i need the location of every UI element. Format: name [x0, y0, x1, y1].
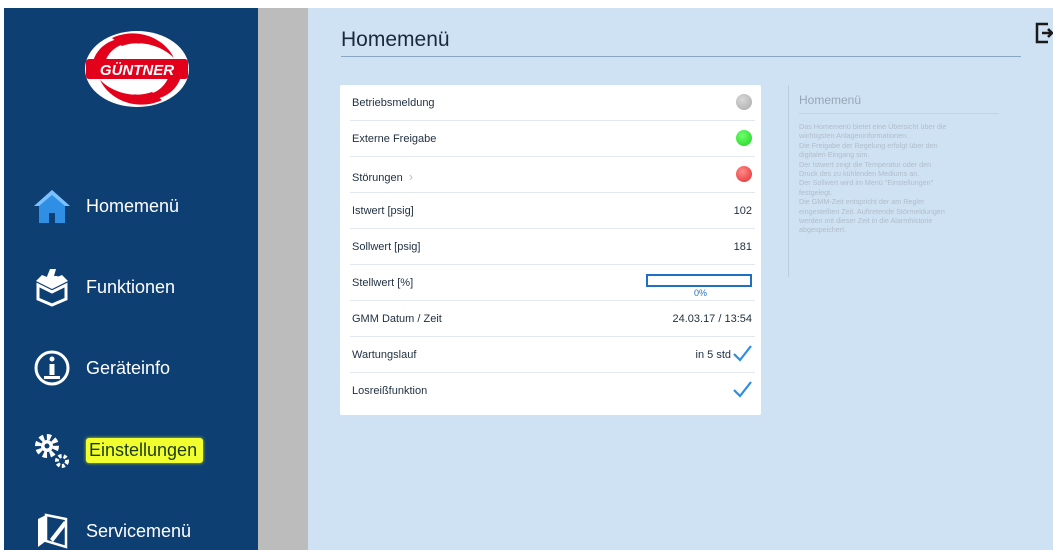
row-value: in 5 std	[695, 349, 731, 361]
info-icon	[31, 347, 73, 389]
page-title: Homemenü	[341, 28, 450, 51]
row-externe-freigabe: Externe Freigabe	[350, 121, 755, 157]
row-stellwert: Stellwert [%] 0%	[350, 265, 755, 301]
row-label: Istwert [psig]	[352, 205, 414, 217]
gears-icon	[31, 429, 73, 471]
row-betriebsmeldung: Betriebsmeldung	[350, 85, 755, 121]
checkmark-icon	[732, 343, 752, 363]
sidebar-item-funktionen[interactable]: Funktionen	[4, 257, 258, 317]
row-value: 102	[733, 205, 752, 217]
sidebar-item-label: Geräteinfo	[86, 357, 171, 378]
sidebar: GÜNTNER Homemenü Funktionen Geräteinfo E…	[4, 8, 258, 550]
progress-text: 0%	[693, 288, 707, 298]
row-value: 24.03.17 / 13:54	[672, 313, 752, 325]
help-title: Homemenü	[799, 93, 862, 107]
status-indicator-red	[736, 166, 752, 182]
sidebar-item-label: Homemenü	[86, 195, 180, 216]
sidebar-item-geraeteinfo[interactable]: Geräteinfo	[4, 338, 258, 398]
sidebar-item-label: Funktionen	[86, 276, 176, 297]
service-icon	[31, 510, 73, 550]
functions-icon	[31, 266, 73, 308]
logo-graphic: GÜNTNER	[85, 31, 189, 107]
row-gmm-datum-zeit: GMM Datum / Zeit 24.03.17 / 13:54	[350, 301, 755, 337]
svg-text:GÜNTNER: GÜNTNER	[100, 62, 174, 79]
row-wartungslauf: Wartungslauf in 5 std	[350, 337, 755, 373]
row-label: Losreißfunktion	[352, 385, 428, 397]
status-card: Betriebsmeldung Externe Freigabe Störung…	[340, 85, 761, 415]
row-losreissfunktion: Losreißfunktion	[350, 373, 755, 409]
title-divider	[341, 56, 1021, 57]
row-sollwert: Sollwert [psig] 181	[350, 229, 755, 265]
status-indicator-grey	[736, 94, 752, 110]
row-label: Stellwert [%]	[352, 277, 414, 289]
help-panel: Homemenü Das Homemenü bietet eine Übersi…	[788, 85, 1018, 277]
chevron-right-icon: ›	[408, 169, 414, 184]
checkmark-icon	[732, 379, 752, 399]
sidebar-item-label: Einstellungen	[86, 437, 204, 463]
sidebar-item-einstellungen[interactable]: Einstellungen	[4, 420, 258, 480]
row-label: Externe Freigabe	[352, 133, 437, 145]
status-indicator-green	[736, 130, 752, 146]
guentner-logo: GÜNTNER	[82, 28, 192, 110]
row-label: Betriebsmeldung	[352, 97, 435, 109]
divider-gutter	[258, 8, 308, 550]
row-label: Sollwert [psig]	[352, 241, 421, 253]
row-label: Störungen ›	[352, 169, 414, 184]
sidebar-item-servicemenue[interactable]: Servicemenü	[4, 501, 258, 550]
row-label: Wartungslauf	[352, 349, 417, 361]
row-label: GMM Datum / Zeit	[352, 313, 442, 325]
row-istwert: Istwert [psig] 102	[350, 193, 755, 229]
stellwert-progress-bar	[646, 274, 752, 287]
logout-icon[interactable]	[1035, 22, 1053, 44]
sidebar-item-homemenue[interactable]: Homemenü	[4, 176, 258, 236]
help-divider	[799, 113, 999, 114]
row-stoerungen[interactable]: Störungen ›	[350, 157, 755, 193]
main-panel: Homemenü Betriebsmeldung Externe Freigab…	[308, 8, 1053, 550]
row-value: 181	[733, 241, 752, 253]
home-icon	[31, 185, 73, 227]
sidebar-item-label: Servicemenü	[86, 520, 192, 541]
help-text: Das Homemenü bietet eine Übersicht über …	[799, 122, 947, 235]
